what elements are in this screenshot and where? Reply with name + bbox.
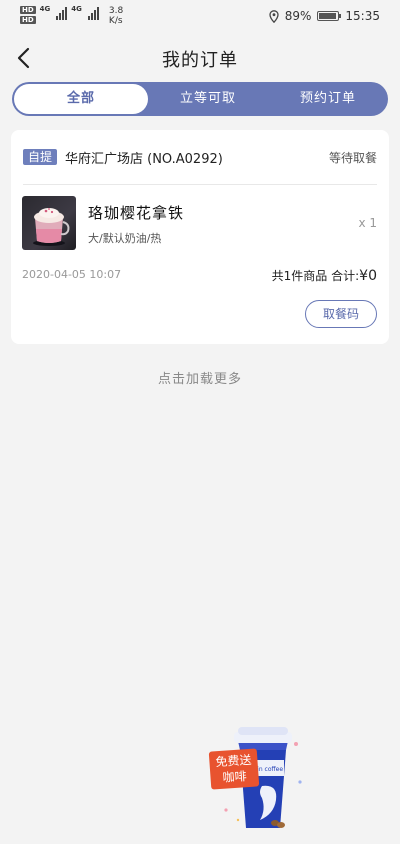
clock: 15:35 <box>345 9 380 23</box>
order-tabs: 全部 立等可取 预约订单 <box>12 82 388 116</box>
total-label: 合计: <box>331 269 360 283</box>
latte-cup-illustration <box>33 208 70 246</box>
status-left: HD HD 4G 4G 3.8 K/s <box>20 5 123 26</box>
order-card[interactable]: 自提 华府汇广场店 (NO.A0292) 等待取餐 珞珈樱花拿铁 大/默认奶油/… <box>11 130 389 344</box>
order-status: 等待取餐 <box>328 151 377 165</box>
page-title: 我的订单 <box>162 50 238 71</box>
hd-badges: HD HD <box>20 6 36 24</box>
tab-all[interactable]: 全部 <box>14 84 148 114</box>
network-type: 4G <box>39 5 51 13</box>
promo-line2: 咖啡 <box>222 769 248 785</box>
status-right: 89% 15:35 <box>269 9 380 23</box>
product-quantity: x 1 <box>358 216 377 230</box>
signal-icon <box>56 6 68 20</box>
store-name: 华府汇广场店 (NO.A0292) <box>65 152 223 167</box>
hd-badge: HD <box>20 6 36 14</box>
order-summary: 共1件商品 合计:¥0 <box>272 267 377 284</box>
pickup-code-button[interactable]: 取餐码 <box>305 300 377 328</box>
promo-line1: 免费送 <box>214 752 252 770</box>
product-image <box>22 196 76 250</box>
network-speed: 3.8 K/s <box>109 6 123 26</box>
signal-icon <box>87 6 99 20</box>
total-price: ¥0 <box>359 268 377 284</box>
product-name: 珞珈樱花拿铁 <box>88 204 185 222</box>
tab-ready-now[interactable]: 立等可取 <box>148 82 268 116</box>
order-datetime: 2020-04-05 10:07 <box>22 268 122 281</box>
divider <box>23 184 377 185</box>
product-options: 大/默认奶油/热 <box>88 232 162 245</box>
status-bar: HD HD 4G 4G 3.8 K/s 89% 15:35 <box>0 0 400 32</box>
hd-badge: HD <box>20 16 36 24</box>
promo-badge: 免费送 咖啡 <box>208 748 260 790</box>
item-count: 共1件商品 <box>271 269 328 283</box>
network-type: 4G <box>71 5 82 13</box>
battery-percent: 89% <box>284 9 312 23</box>
speed-value: 3.8 <box>108 6 124 16</box>
order-type-badge: 自提 <box>23 149 58 165</box>
load-more-link[interactable]: 点击加载更多 <box>0 368 400 387</box>
tab-reservations[interactable]: 预约订单 <box>268 82 388 116</box>
nav-bar: 我的订单 <box>0 36 400 80</box>
battery-icon <box>317 11 342 21</box>
speed-unit: K/s <box>108 16 123 26</box>
location-icon <box>269 9 279 23</box>
free-coffee-promo[interactable]: luckin coffee 免费送 咖啡 <box>208 724 308 834</box>
